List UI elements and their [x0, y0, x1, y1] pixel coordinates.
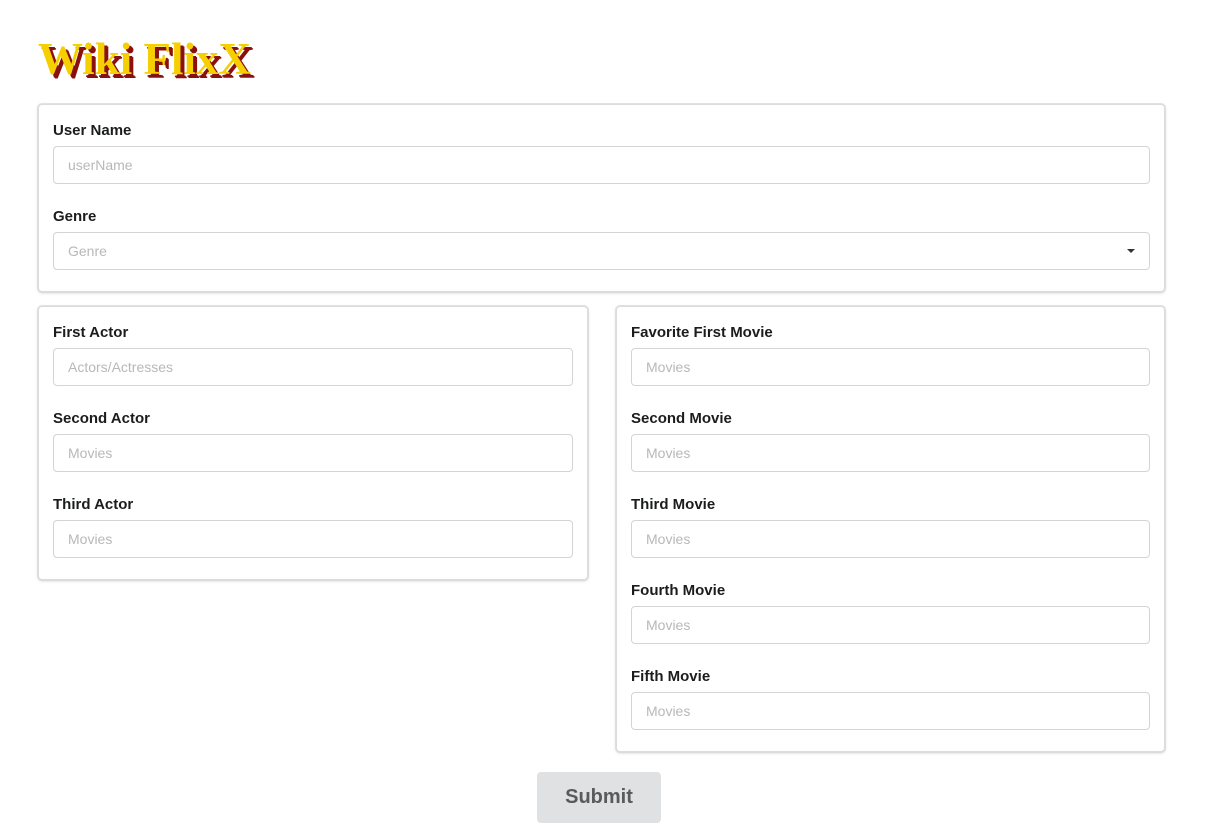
- user-name-input[interactable]: [53, 146, 1150, 184]
- submit-button[interactable]: Submit: [537, 772, 661, 823]
- second-movie-label: Second Movie: [631, 410, 732, 427]
- first-actor-input[interactable]: [53, 348, 573, 386]
- genre-select-placeholder: Genre: [68, 243, 107, 259]
- caret-down-icon: [1127, 249, 1135, 253]
- first-movie-field: Favorite First Movie: [631, 324, 1150, 386]
- genre-field: Genre Genre: [53, 208, 1150, 270]
- third-movie-field: Third Movie: [631, 496, 1150, 558]
- fourth-movie-label: Fourth Movie: [631, 582, 726, 599]
- second-movie-input[interactable]: [631, 434, 1150, 472]
- fifth-movie-label: Fifth Movie: [631, 668, 711, 685]
- first-movie-input[interactable]: [631, 348, 1150, 386]
- third-movie-input[interactable]: [631, 520, 1150, 558]
- third-actor-input[interactable]: [53, 520, 573, 558]
- actors-card: First Actor Second Actor Third Actor: [38, 306, 588, 580]
- fourth-movie-field: Fourth Movie: [631, 582, 1150, 644]
- third-actor-label: Third Actor: [53, 496, 134, 513]
- genre-label: Genre: [53, 208, 97, 225]
- first-movie-label: Favorite First Movie: [631, 324, 773, 341]
- second-actor-label: Second Actor: [53, 410, 150, 427]
- second-movie-field: Second Movie: [631, 410, 1150, 472]
- third-actor-field: Third Actor: [53, 496, 573, 558]
- page: Wiki FlixX User Name Genre Genre First A…: [0, 0, 1212, 834]
- first-actor-field: First Actor: [53, 324, 573, 386]
- fifth-movie-input[interactable]: [631, 692, 1150, 730]
- second-actor-input[interactable]: [53, 434, 573, 472]
- user-name-field: User Name: [53, 122, 1150, 184]
- genre-select[interactable]: Genre: [53, 232, 1150, 270]
- fifth-movie-field: Fifth Movie: [631, 668, 1150, 730]
- second-actor-field: Second Actor: [53, 410, 573, 472]
- movies-card: Favorite First Movie Second Movie Third …: [616, 306, 1165, 752]
- user-name-label: User Name: [53, 122, 132, 139]
- site-logo: Wiki FlixX: [38, 34, 251, 84]
- fourth-movie-input[interactable]: [631, 606, 1150, 644]
- third-movie-label: Third Movie: [631, 496, 716, 513]
- profile-card: User Name Genre Genre: [38, 104, 1165, 292]
- first-actor-label: First Actor: [53, 324, 129, 341]
